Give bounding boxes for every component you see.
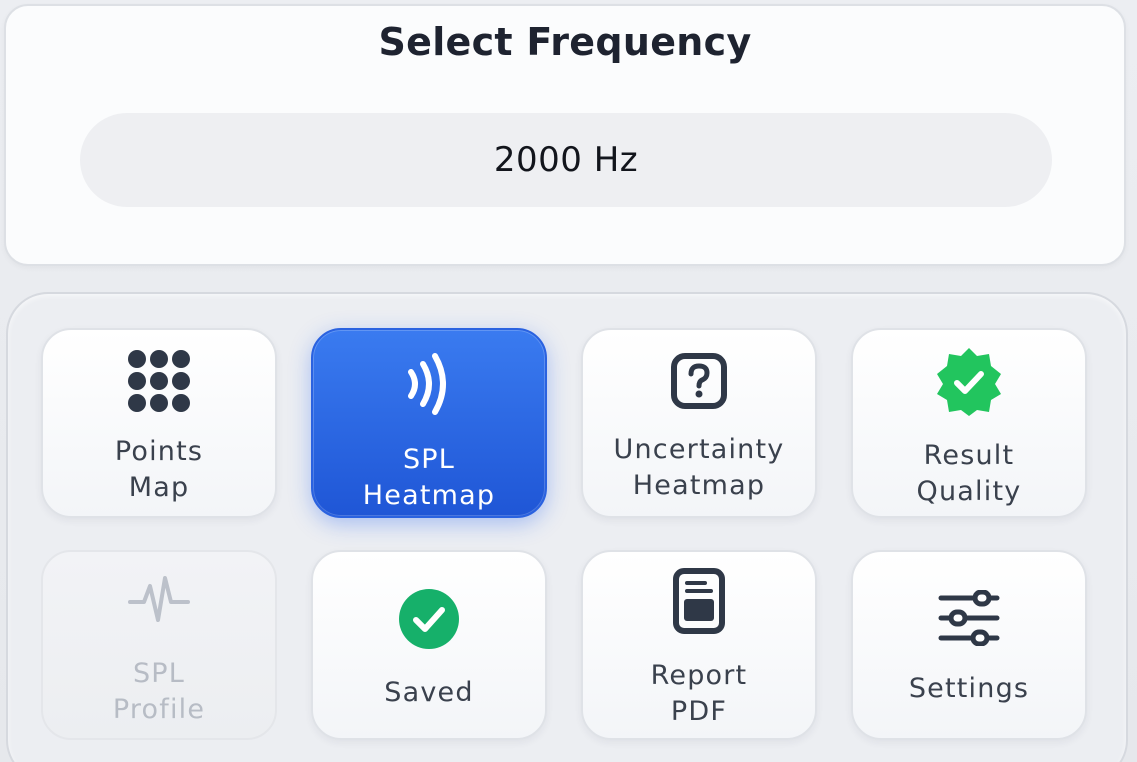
saved-label: Saved [384,677,474,708]
frequency-value: 2000 Hz [493,140,639,180]
result-quality-button[interactable]: Result Quality [851,328,1087,518]
check-circle-icon [313,588,545,650]
waveform-pulse-icon [43,570,275,634]
report-pdf-button[interactable]: Report PDF [581,550,817,740]
settings-button[interactable]: Settings [851,550,1087,740]
spl-profile-label: SPL Profile [112,658,206,725]
question-box-icon [583,352,815,410]
spl-heatmap-button[interactable]: SPL Heatmap [311,328,547,518]
points-map-button[interactable]: Points Map [41,328,277,518]
saved-button[interactable]: Saved [311,550,547,740]
uncertainty-heatmap-button[interactable]: Uncertainty Heatmap [581,328,817,518]
frequency-title: Select Frequency [378,20,752,64]
settings-label: Settings [908,673,1030,704]
app-screen: Select Frequency 2000 Hz Points Map SPL … [0,0,1137,762]
frequency-panel: Select Frequency 2000 Hz [4,4,1126,266]
spl-profile-button[interactable]: SPL Profile [41,550,277,740]
grid-dots-icon [43,348,275,414]
document-icon [583,568,815,634]
sound-waves-icon [313,350,545,420]
sliders-icon [853,590,1085,646]
points-map-label: Points Map [114,436,204,503]
report-pdf-label: Report PDF [650,660,748,727]
result-quality-label: Result Quality [916,440,1022,507]
verified-badge-icon [853,346,1085,418]
spl-heatmap-label: SPL Heatmap [362,444,496,511]
actions-panel: Points Map SPL Heatmap Uncertainty Heatm… [6,292,1128,762]
uncertainty-heatmap-label: Uncertainty Heatmap [613,434,785,501]
frequency-picker[interactable]: 2000 Hz [80,113,1052,207]
